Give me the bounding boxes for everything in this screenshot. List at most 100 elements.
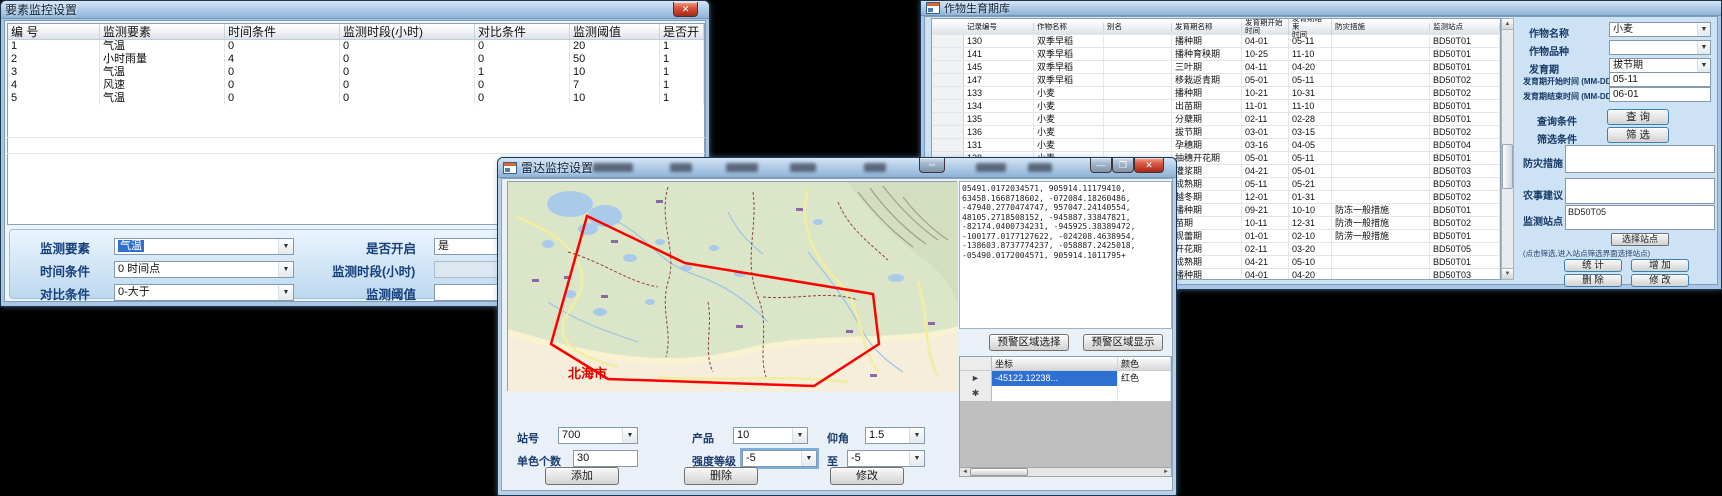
scrollbar-thumb[interactable] xyxy=(970,468,1028,476)
restore-icon[interactable]: ❐ xyxy=(1112,158,1134,173)
elevation-combo[interactable]: 1.5 ▼ xyxy=(865,427,925,444)
window1-titlebar[interactable]: 要素监控设置 xyxy=(1,1,709,19)
add-button[interactable]: 添加 xyxy=(545,467,619,485)
chevron-down-icon[interactable]: ▼ xyxy=(801,451,816,466)
table-cell: 小麦 xyxy=(1034,113,1104,125)
column-header[interactable]: 时间条件 xyxy=(225,24,340,39)
close-icon[interactable]: ✕ xyxy=(1134,158,1164,173)
monitor-element-combo[interactable]: 气温 ▼ xyxy=(114,238,294,255)
table-row[interactable]: 136小麦拔节期03-0103-15BD50T02 xyxy=(932,126,1500,139)
station-combo[interactable]: 700 ▼ xyxy=(558,427,638,444)
product-combo[interactable]: 10 ▼ xyxy=(733,427,808,444)
advice-textarea[interactable] xyxy=(1565,178,1715,204)
column-header[interactable]: 防灾措施 xyxy=(1332,23,1430,31)
horizontal-scrollbar[interactable]: ◄ ► xyxy=(959,467,1172,477)
column-header[interactable]: 作物名称 xyxy=(1034,23,1104,31)
filter-button[interactable]: 筛 选 xyxy=(1607,127,1669,143)
table-row[interactable]: ►-45122.12238...红色 xyxy=(960,371,1171,386)
table-cell: 1 xyxy=(660,79,704,92)
minimize-icon[interactable]: — xyxy=(1090,158,1112,173)
table-row[interactable]: 147双季早稻移栽返青期05-0105-11BD50T02 xyxy=(932,74,1500,87)
column-header[interactable]: 对比条件 xyxy=(475,24,570,39)
table-row[interactable]: 135小麦分蘖期02-1102-28BD50T01 xyxy=(932,113,1500,126)
crop-name-combo[interactable]: 小麦 ▼ xyxy=(1609,22,1711,37)
select-station-button[interactable]: 选择站点 xyxy=(1611,233,1669,246)
table-row[interactable]: 4风速00071 xyxy=(8,79,704,92)
scroll-left-icon[interactable]: ◄ xyxy=(960,469,970,475)
column-header[interactable]: 是否开启 xyxy=(660,24,704,39)
stage-start-input[interactable]: 05-11 xyxy=(1609,72,1711,87)
stations-textarea[interactable]: BD50T05 xyxy=(1565,205,1715,230)
table-row[interactable]: ✱ xyxy=(960,386,1171,401)
modify-button[interactable]: 修 改 xyxy=(1631,274,1689,287)
window2-titlebar[interactable]: 雷达监控设置 xyxy=(498,158,1176,178)
coordinates-textarea[interactable]: 05491.0172034571, 905914.11179410, 63458… xyxy=(959,181,1172,329)
vertical-scrollbar[interactable]: ▲ ▼ xyxy=(1501,18,1514,280)
glass-reflection xyxy=(670,163,692,172)
column-header[interactable] xyxy=(960,357,992,370)
scroll-down-icon[interactable]: ▼ xyxy=(1502,268,1513,279)
table-cell: 01-01 xyxy=(1242,230,1289,242)
stage-end-input[interactable]: 06-01 xyxy=(1609,87,1711,102)
window3-titlebar[interactable]: 作物生育期库 xyxy=(921,1,1721,16)
column-header[interactable]: 监测要素 xyxy=(100,24,225,39)
table-cell: BD50T05 xyxy=(1430,243,1500,255)
column-header[interactable]: 监测时段(小时) xyxy=(340,24,475,39)
intensity-combo[interactable]: -5 ▼ xyxy=(742,450,817,467)
stat-button[interactable]: 统 计 xyxy=(1564,259,1622,272)
column-header[interactable]: 监测阈值 xyxy=(570,24,660,39)
time-condition-combo[interactable]: 0 时间点 ▼ xyxy=(114,261,294,278)
delete-button[interactable]: 删 除 xyxy=(1564,274,1622,287)
table-row[interactable]: 1气温000201 xyxy=(8,40,704,53)
scroll-up-icon[interactable]: ▲ xyxy=(1502,19,1513,30)
chevron-down-icon[interactable]: ▼ xyxy=(278,239,293,254)
query-button[interactable]: 查 询 xyxy=(1607,109,1669,125)
table-row[interactable]: 145双季早稻三叶期04-1104-20BD50T01 xyxy=(932,61,1500,74)
column-header[interactable]: 坐标 xyxy=(992,357,1118,370)
color-count-input[interactable]: 30 xyxy=(573,450,638,467)
chevron-down-icon[interactable]: ▼ xyxy=(278,285,293,300)
table-row[interactable]: 2小时雨量400501 xyxy=(8,53,704,66)
table-cell: 03-15 xyxy=(1289,126,1332,138)
delete-button[interactable]: 删除 xyxy=(684,467,758,485)
compare-condition-combo[interactable]: 0-大于 ▼ xyxy=(114,284,294,301)
column-header[interactable]: 别名 xyxy=(1104,23,1172,31)
chevron-down-icon[interactable]: ▼ xyxy=(792,428,807,443)
table-row[interactable]: 131小麦孕穗期03-1604-05BD50T04 xyxy=(932,139,1500,152)
modify-button[interactable]: 修改 xyxy=(830,467,904,485)
chevron-down-icon[interactable]: ▼ xyxy=(909,451,924,466)
stage-combo[interactable]: 拔节期 ▼ xyxy=(1609,58,1711,73)
chevron-down-icon[interactable]: ▼ xyxy=(1697,41,1710,54)
table-row[interactable]: 134小麦出苗期11-0111-10BD50T01 xyxy=(932,100,1500,113)
map[interactable]: 北海市 xyxy=(507,181,957,391)
table-row[interactable]: 3气温001101 xyxy=(8,66,704,79)
chevron-down-icon[interactable]: ▼ xyxy=(278,262,293,277)
table-cell: 双季早稻 xyxy=(1034,61,1104,73)
column-header[interactable]: 编 号 xyxy=(8,24,100,39)
close-icon[interactable]: ✕ xyxy=(673,2,698,17)
scrollbar-thumb[interactable] xyxy=(1502,144,1513,189)
column-header[interactable]: 颜色 xyxy=(1118,357,1171,370)
add-button[interactable]: 增 加 xyxy=(1631,259,1689,272)
to-combo[interactable]: -5 ▼ xyxy=(847,450,925,467)
crop-variety-combo[interactable]: ▼ xyxy=(1609,40,1711,55)
scroll-right-icon[interactable]: ► xyxy=(1161,469,1171,475)
swap-icon[interactable]: ⇔ xyxy=(919,158,945,173)
column-header[interactable]: 发育期开始 时间 xyxy=(1242,19,1289,35)
chevron-down-icon[interactable]: ▼ xyxy=(1697,23,1710,36)
chevron-down-icon[interactable]: ▼ xyxy=(622,428,637,443)
column-header[interactable]: 监测站点 xyxy=(1430,23,1500,31)
warning-area-select-button[interactable]: 预警区域选择 xyxy=(989,334,1069,351)
table-row[interactable]: 133小麦播种期10-2110-31BD50T02 xyxy=(932,87,1500,100)
table-cell: BD50T04 xyxy=(1430,139,1500,151)
table-row[interactable]: 141双季早稻播种育秧期10-2511-10BD50T01 xyxy=(932,48,1500,61)
column-header[interactable]: 发育期名称 xyxy=(1172,23,1242,31)
warning-area-show-button[interactable]: 预警区域显示 xyxy=(1083,334,1163,351)
chevron-down-icon[interactable]: ▼ xyxy=(909,428,924,443)
table-cell: 130 xyxy=(964,35,1034,47)
table-row[interactable]: 5气温000101 xyxy=(8,92,704,105)
chevron-down-icon[interactable]: ▼ xyxy=(1697,59,1710,72)
measures-textarea[interactable] xyxy=(1565,145,1715,173)
column-header[interactable]: 记录编号 xyxy=(964,23,1034,31)
table-row[interactable]: 130双季早稻播种期04-0105-11BD50T01 xyxy=(932,35,1500,48)
